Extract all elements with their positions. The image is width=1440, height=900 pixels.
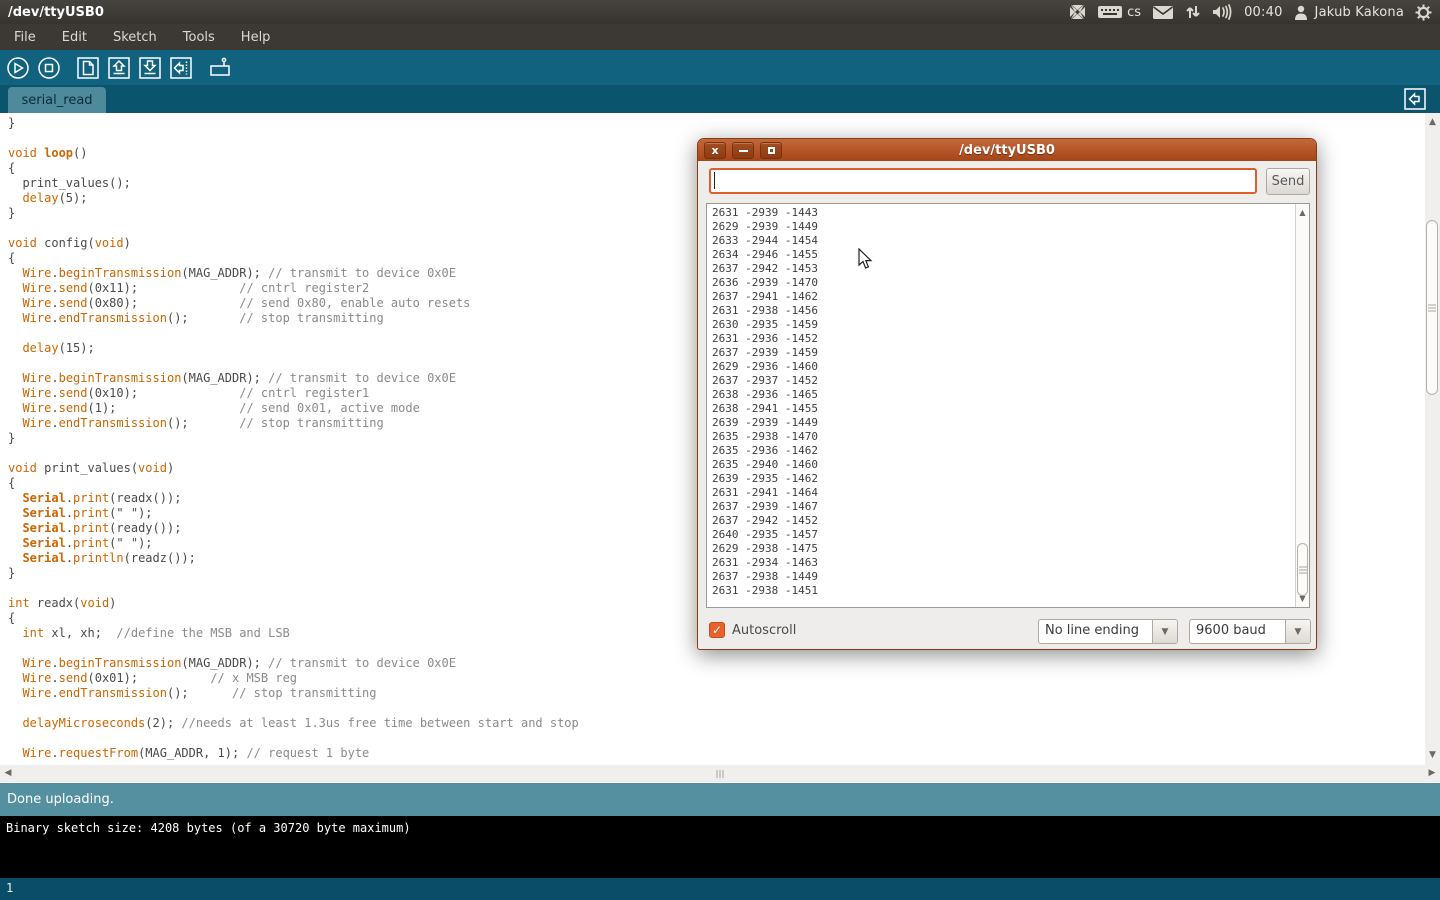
scroll-left-icon[interactable]: ◀ bbox=[3, 769, 13, 778]
status-message: Done uploading. bbox=[7, 792, 114, 807]
line-number-strip: 1 bbox=[0, 878, 1440, 900]
menu-help[interactable]: Help bbox=[239, 27, 273, 48]
top-panel: /dev/ttyUSB0 cs bbox=[0, 0, 1440, 24]
menu-file[interactable]: File bbox=[12, 27, 38, 48]
user-name[interactable]: Jakub Kakona bbox=[1315, 5, 1404, 20]
scroll-up-icon[interactable]: ▲ bbox=[1296, 208, 1309, 217]
close-icon[interactable]: x bbox=[704, 142, 726, 159]
code-text: } void loop(){ print_values(); delay(5);… bbox=[8, 116, 579, 761]
serial-output-rows: 2631 -2939 -14432629 -2939 -14492633 -29… bbox=[712, 206, 818, 598]
serial-row: 2631 -2934 -1463 bbox=[712, 556, 818, 570]
scroll-down-icon[interactable]: ▼ bbox=[1296, 594, 1309, 603]
console-output: Binary sketch size: 4208 bytes (of a 307… bbox=[0, 816, 1440, 878]
text-caret bbox=[714, 172, 715, 189]
chevron-down-icon[interactable]: ▼ bbox=[1152, 620, 1177, 643]
tab-serial-read[interactable]: serial_read bbox=[8, 87, 106, 113]
monitor-vertical-scrollbar[interactable]: ▲ ▼ bbox=[1295, 204, 1309, 607]
stop-button[interactable] bbox=[36, 55, 62, 81]
scroll-right-icon[interactable]: ▶ bbox=[1427, 769, 1437, 778]
serial-row: 2637 -2941 -1462 bbox=[712, 290, 818, 304]
baud-rate-value: 9600 baud bbox=[1190, 620, 1285, 643]
serial-monitor-button[interactable] bbox=[207, 55, 233, 81]
serial-row: 2640 -2935 -1457 bbox=[712, 528, 818, 542]
new-sketch-button[interactable] bbox=[75, 55, 101, 81]
open-sketch-button[interactable] bbox=[106, 55, 132, 81]
menu-bar: File Edit Sketch Tools Help bbox=[0, 24, 1440, 50]
scroll-up-icon[interactable]: ▲ bbox=[1425, 118, 1440, 127]
serial-row: 2637 -2939 -1459 bbox=[712, 346, 818, 360]
baud-rate-dropdown[interactable]: 9600 baud ▼ bbox=[1189, 619, 1311, 644]
serial-row: 2631 -2941 -1464 bbox=[712, 486, 818, 500]
serial-row: 2629 -2936 -1460 bbox=[712, 360, 818, 374]
mouse-cursor bbox=[858, 248, 873, 274]
minimize-icon[interactable] bbox=[732, 142, 754, 159]
scroll-down-icon[interactable]: ▼ bbox=[1425, 751, 1440, 760]
sync-arrows-icon[interactable] bbox=[1185, 4, 1201, 20]
verify-button[interactable] bbox=[5, 55, 31, 81]
line-number: 1 bbox=[6, 881, 13, 895]
clock[interactable]: 00:40 bbox=[1244, 5, 1282, 20]
serial-row: 2639 -2939 -1449 bbox=[712, 416, 818, 430]
maximize-icon[interactable] bbox=[760, 142, 782, 159]
session-gear-icon[interactable] bbox=[1415, 4, 1432, 21]
serial-row: 2631 -2938 -1456 bbox=[712, 304, 818, 318]
scrollbar-grip bbox=[720, 770, 721, 778]
serial-row: 2635 -2936 -1462 bbox=[712, 444, 818, 458]
new-tab-button[interactable] bbox=[1404, 88, 1426, 110]
serial-row: 2631 -2938 -1451 bbox=[712, 584, 818, 598]
monitor-title: /dev/ttyUSB0 bbox=[698, 143, 1316, 158]
serial-row: 2637 -2938 -1449 bbox=[712, 570, 818, 584]
chevron-down-icon[interactable]: ▼ bbox=[1285, 620, 1310, 643]
line-ending-value: No line ending bbox=[1039, 620, 1152, 643]
serial-row: 2639 -2935 -1462 bbox=[712, 472, 818, 486]
save-sketch-button[interactable] bbox=[137, 55, 163, 81]
editor-horizontal-scrollbar[interactable]: ◀ ▶ bbox=[0, 765, 1440, 782]
console-text: Binary sketch size: 4208 bytes (of a 307… bbox=[6, 821, 411, 835]
toolbar bbox=[0, 50, 1440, 85]
editor-scrollbar-thumb[interactable] bbox=[1426, 220, 1438, 395]
serial-row: 2635 -2940 -1460 bbox=[712, 458, 818, 472]
serial-row: 2637 -2942 -1452 bbox=[712, 514, 818, 528]
status-bar: Done uploading. bbox=[0, 783, 1440, 816]
tab-bar: serial_read bbox=[0, 85, 1440, 113]
monitor-scrollbar-thumb[interactable] bbox=[1297, 543, 1308, 596]
serial-row: 2637 -2942 -1453 bbox=[712, 262, 818, 276]
editor-vertical-scrollbar[interactable]: ▲ ▼ bbox=[1425, 113, 1440, 765]
system-tray: cs 00:40 Jakub Kakona bbox=[1069, 4, 1440, 21]
keyboard-layout-icon[interactable]: cs bbox=[1097, 5, 1141, 20]
serial-row: 2637 -2939 -1467 bbox=[712, 500, 818, 514]
serial-row: 2636 -2939 -1470 bbox=[712, 276, 818, 290]
indicator-pinwheel-icon[interactable] bbox=[1069, 4, 1086, 20]
serial-row: 2638 -2941 -1455 bbox=[712, 402, 818, 416]
serial-row: 2629 -2938 -1475 bbox=[712, 542, 818, 556]
menu-edit[interactable]: Edit bbox=[60, 27, 89, 48]
serial-row: 2631 -2939 -1443 bbox=[712, 206, 818, 220]
window-title: /dev/ttyUSB0 bbox=[8, 5, 104, 20]
mail-icon[interactable] bbox=[1152, 5, 1174, 20]
serial-input-field[interactable] bbox=[709, 168, 1257, 194]
volume-icon[interactable] bbox=[1212, 4, 1233, 20]
keyboard-layout-label: cs bbox=[1127, 5, 1141, 20]
serial-row: 2633 -2944 -1454 bbox=[712, 234, 818, 248]
serial-row: 2637 -2937 -1452 bbox=[712, 374, 818, 388]
user-icon bbox=[1294, 5, 1308, 20]
monitor-titlebar[interactable]: x /dev/ttyUSB0 bbox=[698, 139, 1316, 161]
autoscroll-checkbox[interactable]: ✓ bbox=[709, 622, 725, 638]
serial-output-area[interactable]: 2631 -2939 -14432629 -2939 -14492633 -29… bbox=[706, 203, 1310, 608]
serial-row: 2630 -2935 -1459 bbox=[712, 318, 818, 332]
serial-row: 2631 -2936 -1452 bbox=[712, 332, 818, 346]
serial-row: 2634 -2946 -1455 bbox=[712, 248, 818, 262]
autoscroll-label: Autoscroll bbox=[732, 623, 796, 638]
serial-monitor-window: x /dev/ttyUSB0 Send 2631 -2939 -14432629… bbox=[697, 138, 1317, 650]
send-button[interactable]: Send bbox=[1266, 168, 1310, 195]
serial-row: 2629 -2939 -1449 bbox=[712, 220, 818, 234]
serial-row: 2638 -2936 -1465 bbox=[712, 388, 818, 402]
line-ending-dropdown[interactable]: No line ending ▼ bbox=[1038, 619, 1178, 644]
menu-sketch[interactable]: Sketch bbox=[111, 27, 159, 48]
serial-row: 2635 -2938 -1470 bbox=[712, 430, 818, 444]
menu-tools[interactable]: Tools bbox=[181, 27, 217, 48]
upload-button[interactable] bbox=[168, 55, 194, 81]
